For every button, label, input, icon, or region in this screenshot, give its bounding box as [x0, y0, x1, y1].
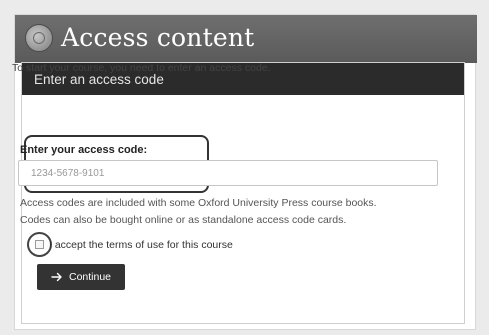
- title-bar: Access content: [15, 15, 477, 63]
- terms-checkbox[interactable]: [35, 240, 44, 249]
- continue-label: Continue: [68, 271, 112, 283]
- help-text: Access codes are included with some Oxfo…: [20, 195, 440, 229]
- help-line-1: Access codes are included with some Oxfo…: [20, 197, 377, 209]
- code-field-label: Enter your access code:: [20, 144, 148, 156]
- continue-button[interactable]: Continue: [37, 264, 125, 290]
- intro-text: To start your course, you need to enter …: [12, 62, 271, 74]
- page-title: Access content: [61, 23, 255, 52]
- terms-label: I accept the terms of use for this cours…: [49, 239, 233, 251]
- access-code-input[interactable]: [18, 160, 438, 186]
- help-line-2: Codes can also be bought online or as st…: [20, 213, 347, 226]
- arrow-right-icon: [51, 272, 63, 282]
- circular-logo-icon: [25, 24, 53, 52]
- panel-header-title: Enter an access code: [34, 72, 164, 87]
